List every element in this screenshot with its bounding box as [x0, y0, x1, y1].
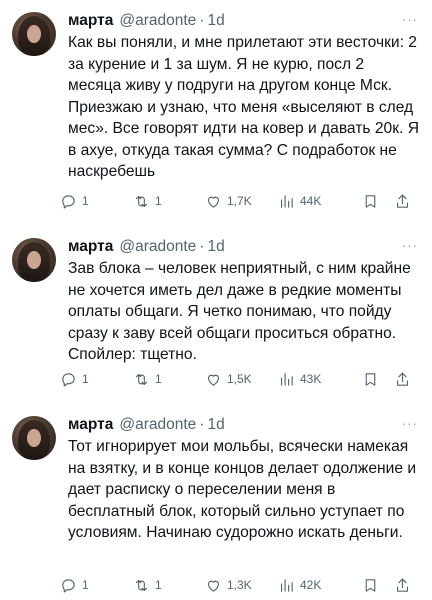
bookmark-button[interactable]	[362, 369, 379, 389]
tweet-header: марта @aradonte · 1d ···	[68, 414, 418, 436]
bookmark-icon	[365, 194, 376, 208]
share-button[interactable]	[394, 191, 411, 211]
separator-dot: ·	[199, 12, 205, 29]
tweet-3[interactable]: марта @aradonte · 1d ··· Тот игнорирует …	[0, 404, 432, 600]
views-count: 42K	[300, 578, 322, 592]
timestamp[interactable]: 1d	[207, 238, 224, 256]
bookmark-icon	[365, 372, 376, 386]
share-icon	[396, 372, 409, 386]
reply-icon	[62, 372, 75, 386]
separator-dot: ·	[199, 416, 205, 433]
heart-icon	[207, 196, 220, 208]
like-button[interactable]: 1,7K	[205, 191, 252, 211]
tweet-header: марта @aradonte · 1d ···	[68, 236, 418, 258]
like-button[interactable]: 1,3K	[205, 575, 252, 595]
bookmark-button[interactable]	[362, 191, 379, 211]
tweet-actions: 1 1 1,3K 42K	[60, 575, 422, 595]
avatar[interactable]	[12, 238, 56, 282]
share-button[interactable]	[394, 369, 411, 389]
reply-count: 1	[82, 578, 89, 592]
tweet-1[interactable]: марта @aradonte · 1d ··· Как вы поняли, …	[0, 0, 432, 220]
reply-icon	[62, 578, 75, 592]
retweet-count: 1	[155, 578, 162, 592]
retweet-button[interactable]: 1	[133, 191, 162, 211]
bookmark-button[interactable]	[362, 575, 379, 595]
views-bar-chart-icon	[280, 372, 293, 386]
tweet-actions: 1 1 1,7K 44K	[60, 191, 422, 211]
more-dots-icon[interactable]: ···	[402, 12, 418, 27]
reply-count: 1	[82, 194, 89, 208]
reply-button[interactable]: 1	[60, 369, 89, 389]
timestamp[interactable]: 1d	[207, 12, 224, 30]
author-handle[interactable]: @aradonte	[119, 416, 196, 434]
views-bar-chart-icon	[280, 578, 293, 592]
reply-icon	[62, 194, 75, 208]
views-button[interactable]: 42K	[278, 575, 321, 595]
share-icon	[396, 578, 409, 592]
like-count: 1,7K	[227, 194, 252, 208]
retweet-count: 1	[155, 372, 162, 386]
reply-count: 1	[82, 372, 89, 386]
tweet-actions: 1 1 1,5K 43K	[60, 369, 422, 389]
share-button[interactable]	[394, 575, 411, 595]
more-dots-icon[interactable]: ···	[402, 238, 418, 253]
separator-dot: ·	[199, 238, 205, 255]
views-count: 43K	[300, 372, 322, 386]
tweet-text: Тот игнорирует мои мольбы, всячески наме…	[68, 438, 417, 541]
views-bar-chart-icon	[280, 194, 293, 208]
tweet-text: Как вы поняли, и мне прилетают эти весто…	[68, 34, 419, 180]
views-button[interactable]: 43K	[278, 369, 321, 389]
bookmark-icon	[365, 578, 376, 592]
reply-button[interactable]: 1	[60, 191, 89, 211]
retweet-icon	[135, 195, 148, 207]
timestamp[interactable]: 1d	[207, 416, 224, 434]
share-icon	[396, 194, 409, 208]
like-button[interactable]: 1,5K	[205, 369, 252, 389]
avatar[interactable]	[12, 416, 56, 460]
author-name[interactable]: марта	[68, 12, 113, 30]
like-count: 1,3K	[227, 578, 252, 592]
avatar[interactable]	[12, 12, 56, 56]
author-name[interactable]: марта	[68, 238, 113, 256]
reply-button[interactable]: 1	[60, 575, 89, 595]
heart-icon	[207, 580, 220, 592]
author-name[interactable]: марта	[68, 416, 113, 434]
author-handle[interactable]: @aradonte	[119, 238, 196, 256]
more-dots-icon[interactable]: ···	[402, 416, 418, 431]
views-button[interactable]: 44K	[278, 191, 321, 211]
views-count: 44K	[300, 194, 322, 208]
retweet-button[interactable]: 1	[133, 369, 162, 389]
retweet-count: 1	[155, 194, 162, 208]
heart-icon	[207, 374, 220, 386]
tweet-text: Зав блока – человек неприятный, с ним кр…	[68, 260, 411, 363]
author-handle[interactable]: @aradonte	[119, 12, 196, 30]
like-count: 1,5K	[227, 372, 252, 386]
retweet-icon	[135, 579, 148, 591]
tweet-2[interactable]: марта @aradonte · 1d ··· Зав блока – чел…	[0, 226, 432, 398]
retweet-icon	[135, 373, 148, 385]
tweet-header: марта @aradonte · 1d ···	[68, 10, 418, 32]
retweet-button[interactable]: 1	[133, 575, 162, 595]
